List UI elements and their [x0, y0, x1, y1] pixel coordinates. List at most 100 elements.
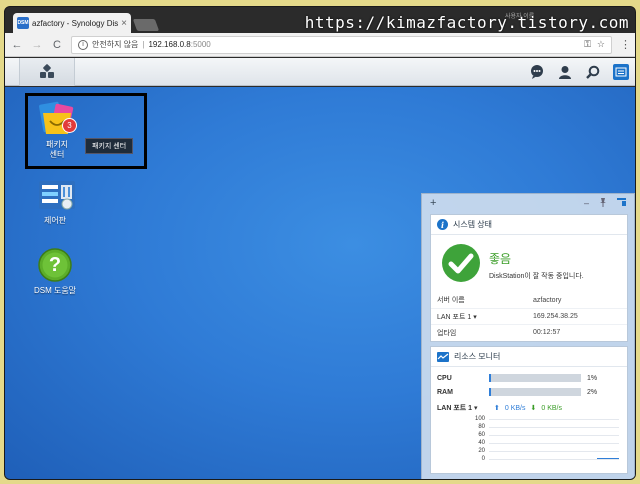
y-tick-label: 40	[478, 440, 485, 446]
forward-button[interactable]: →	[31, 39, 43, 51]
package-center-tooltip: 패키지 센터	[85, 138, 134, 154]
resource-monitor-card: 리소스 모니터 CPU 1% RAM 2% LAN 포트 1 ▾ ⬆ 0 KB/…	[430, 346, 628, 474]
lan-port-row[interactable]: LAN 포트 1 ▾ 169.254.38.25	[431, 308, 627, 324]
status-text: 좋음 DiskStation이 잘 작동 중입니다.	[489, 250, 584, 281]
package-center-shortcut[interactable]: 3 패키지 센터	[27, 101, 87, 160]
kv-value: 00:12:57	[533, 329, 561, 336]
uptime-row: 업타임 00:12:57	[431, 324, 627, 340]
browser-toolbar: ← → C i 안전하지 않음 | 192.168.0.8 :5000 ⚿ ☆ …	[5, 33, 635, 57]
package-center-label-line2: 센터	[49, 150, 65, 159]
chat-icon[interactable]	[529, 64, 545, 80]
kv-value: azfactory	[533, 296, 562, 304]
divider: |	[142, 40, 145, 49]
cpu-bar-fill	[489, 374, 491, 382]
control-panel-icon	[37, 177, 75, 213]
help-glyph: ?	[48, 253, 62, 276]
graph-gridline	[489, 451, 619, 452]
watermark: https://kimazfactory.tistory.com	[304, 13, 629, 32]
widgets-icon[interactable]	[613, 64, 629, 80]
info-icon: i	[437, 219, 448, 230]
upload-rate: 0 KB/s	[504, 404, 526, 412]
security-label: 안전하지 않음	[92, 40, 139, 49]
dsm-favicon-icon: DSM	[17, 17, 29, 29]
control-panel-shortcut[interactable]: 제어판	[25, 177, 85, 226]
main-menu-button[interactable]	[19, 58, 75, 86]
control-panel-label: 제어판	[43, 216, 67, 225]
graph-gridline	[489, 427, 619, 428]
y-tick-label: 100	[474, 416, 485, 422]
monitor-icon	[437, 351, 449, 362]
address-bar[interactable]: i 안전하지 않음 | 192.168.0.8 :5000 ⚿ ☆	[71, 35, 612, 54]
url-port: :5000	[190, 40, 211, 49]
ram-bar	[489, 388, 581, 396]
status-row: 좋음 DiskStation이 잘 작동 중입니다.	[431, 235, 627, 292]
kv-value: 169.254.38.25	[533, 313, 578, 320]
lan-port-selector[interactable]: LAN 포트 1 ▾	[437, 403, 489, 413]
y-tick-label: 0	[481, 456, 485, 462]
widget-panel-header: + –	[422, 194, 634, 212]
ram-pct: 2%	[587, 388, 598, 396]
download-rate: 0 KB/s	[541, 404, 562, 412]
download-arrow-icon: ⬇	[530, 405, 537, 412]
cpu-bar	[489, 374, 581, 382]
widget-panel: + – i 시스템 상태 좋음 DiskStation이 잘 작동 중입니다. …	[421, 193, 635, 479]
info-icon[interactable]: i	[78, 39, 88, 50]
graph-gridline	[489, 443, 619, 444]
star-icon[interactable]: ☆	[597, 39, 605, 50]
cpu-row: CPU 1%	[431, 371, 627, 385]
kv-key[interactable]: LAN 포트 1 ▾	[437, 312, 533, 322]
y-tick-label: 80	[478, 424, 485, 430]
help-icon: ?	[37, 247, 73, 283]
traffic-line	[597, 458, 619, 459]
graph-gridline	[489, 459, 619, 460]
browser-tab[interactable]: DSM azfactory - Synology Dis ×	[13, 13, 131, 33]
new-tab-button[interactable]	[132, 19, 160, 31]
search-icon[interactable]	[585, 64, 601, 80]
tab-close-icon[interactable]: ×	[121, 18, 127, 29]
graph-gridline	[489, 419, 619, 420]
dsm-help-label: DSM 도움말	[33, 286, 77, 295]
system-status-title-row: i 시스템 상태	[431, 215, 627, 235]
reload-button[interactable]: C	[51, 39, 63, 51]
check-icon	[441, 243, 481, 288]
add-widget-button[interactable]: +	[430, 197, 436, 209]
cpu-label: CPU	[437, 374, 452, 382]
cpu-pct: 1%	[587, 374, 598, 382]
user-icon[interactable]	[557, 64, 573, 80]
system-status-card: i 시스템 상태 좋음 DiskStation이 잘 작동 중입니다. 서버 이…	[430, 214, 628, 342]
main-menu-grid-icon	[40, 63, 54, 79]
widget-settings-icon[interactable]	[617, 197, 626, 209]
browser-menu-icon[interactable]: ⋮	[620, 38, 631, 51]
ram-label: RAM	[437, 388, 453, 396]
dsm-desktop: 3 패키지 센터 패키지 센터 제어판 ? DSM 도움말 + – i 시스템 …	[5, 87, 635, 479]
minimize-icon[interactable]: –	[584, 198, 589, 209]
dsm-taskbar	[5, 58, 635, 86]
pin-icon[interactable]	[599, 197, 607, 209]
package-center-icon: 3	[39, 101, 77, 137]
dsm-help-shortcut[interactable]: ? DSM 도움말	[25, 247, 85, 296]
graph-gridline	[489, 435, 619, 436]
kv-key: 업타임	[437, 329, 457, 337]
ram-bar-fill	[489, 388, 491, 396]
y-tick-label: 20	[478, 448, 485, 454]
back-button[interactable]: ←	[11, 39, 23, 51]
upload-arrow-icon: ⬆	[494, 405, 500, 412]
tab-title: azfactory - Synology Dis	[32, 18, 119, 28]
resource-monitor-title: 리소스 모니터	[454, 352, 501, 361]
package-center-label-line1: 패키지	[45, 140, 69, 149]
system-status-title: 시스템 상태	[453, 220, 493, 229]
browser-window: DSM azfactory - Synology Dis × 사용자 이름 ht…	[4, 6, 636, 480]
update-count-badge: 3	[62, 118, 77, 133]
taskbar-icons	[529, 58, 629, 86]
widget-panel-controls: –	[584, 197, 626, 209]
omnibox-actions: ⚿ ☆	[584, 39, 605, 50]
status-good: 좋음	[489, 252, 512, 266]
resource-monitor-title-row: 리소스 모니터	[431, 347, 627, 367]
kv-key: 서버 이름	[437, 297, 465, 304]
server-name-row: 서버 이름 azfactory	[431, 292, 627, 308]
status-message: DiskStation이 잘 작동 중입니다.	[489, 273, 584, 280]
key-icon[interactable]: ⚿	[584, 39, 591, 50]
url-host: 192.168.0.8	[148, 40, 191, 49]
traffic-graph: 100 80 60 40 20 0	[437, 416, 621, 469]
y-tick-label: 60	[478, 432, 485, 438]
